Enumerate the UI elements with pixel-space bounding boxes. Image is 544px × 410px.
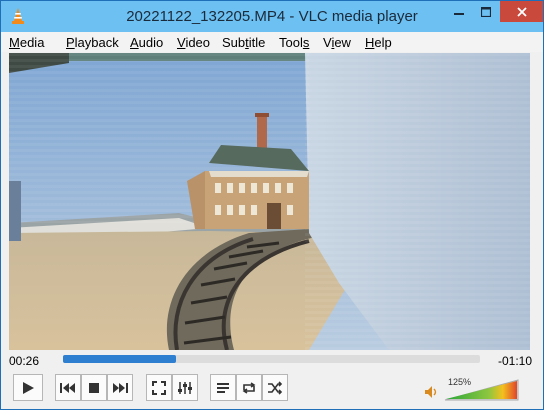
maximize-icon	[480, 6, 491, 17]
elapsed-time: 00:26	[9, 354, 40, 368]
remaining-time[interactable]: -01:10	[498, 354, 532, 368]
playlist-button[interactable]	[210, 374, 236, 401]
shuffle-icon	[268, 380, 283, 395]
fullscreen-icon	[152, 380, 166, 395]
play-button[interactable]	[13, 374, 43, 401]
menu-audio[interactable]: Audio	[130, 35, 163, 50]
control-bar: 125%	[1, 371, 543, 409]
loop-icon	[242, 381, 256, 394]
menu-video[interactable]: Video	[177, 35, 210, 50]
time-bar: 00:26 -01:10	[1, 350, 543, 370]
menu-playback[interactable]: Playback	[66, 35, 119, 50]
fullscreen-button[interactable]	[146, 374, 172, 401]
previous-icon	[60, 382, 75, 393]
title-bar[interactable]: 20221122_132205.MP4 - VLC media player	[1, 1, 543, 32]
seek-slider[interactable]	[63, 355, 480, 363]
next-button[interactable]	[107, 374, 133, 401]
volume-slider[interactable]	[444, 377, 520, 401]
extended-settings-button[interactable]	[172, 374, 198, 401]
close-icon	[516, 6, 527, 17]
video-frame	[9, 53, 530, 350]
menu-bar: Media Playback Audio Video Subtitle Tool…	[1, 32, 543, 52]
menu-subtitle[interactable]: Subtitle	[222, 35, 265, 50]
playlist-icon	[217, 382, 229, 393]
video-display[interactable]	[9, 53, 530, 350]
minimize-button[interactable]	[445, 1, 472, 22]
previous-button[interactable]	[55, 374, 81, 401]
menu-tools[interactable]: Tools	[279, 35, 309, 50]
loop-button[interactable]	[236, 374, 262, 401]
close-button[interactable]	[500, 1, 543, 22]
speaker-icon[interactable]	[424, 385, 438, 399]
stop-button[interactable]	[81, 374, 107, 401]
minimize-icon	[453, 12, 464, 15]
menu-help[interactable]: Help	[365, 35, 392, 50]
shuffle-button[interactable]	[262, 374, 288, 401]
menu-media[interactable]: Media	[9, 35, 44, 50]
extended-settings-icon	[178, 381, 192, 394]
vlc-window: 20221122_132205.MP4 - VLC media player M…	[0, 0, 544, 410]
seek-progress	[63, 355, 176, 363]
next-icon	[113, 382, 128, 393]
play-icon	[23, 381, 34, 394]
maximize-button[interactable]	[472, 1, 499, 22]
menu-view[interactable]: View	[323, 35, 351, 50]
stop-icon	[89, 382, 99, 393]
